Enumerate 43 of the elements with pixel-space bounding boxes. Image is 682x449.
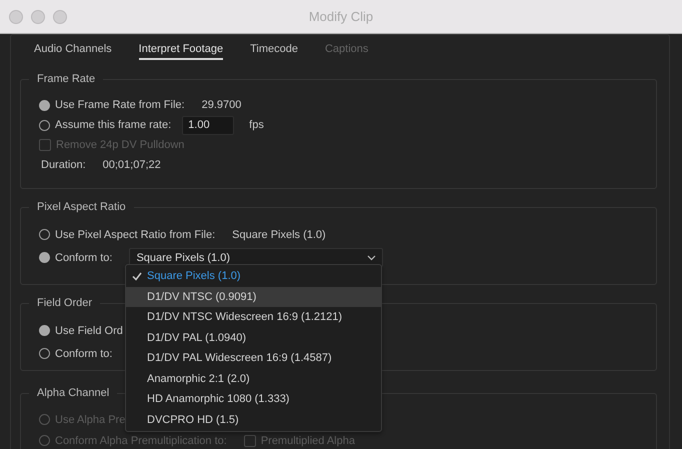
radio-label: Use Pixel Aspect Ratio from File: [55,228,216,240]
radio-label: Use Frame Rate from File: [55,99,185,111]
tab[interactable]: Audio Channels [34,43,112,60]
checkbox-label: Remove 24p DV Pulldown [56,139,184,151]
window-control-icon[interactable] [53,10,67,24]
window-title: Modify Clip [308,9,374,24]
menu-item[interactable]: D1/DV PAL (1.0940) [126,328,381,348]
radio-button[interactable] [39,229,50,240]
radio-button[interactable] [39,120,50,130]
menu-item[interactable]: D1/DV NTSC Widescreen 16:9 (1.2121) [126,307,381,328]
radio-label: Conform Alpha Premultiplication to: [55,434,227,446]
radio-label: Use Field Ord [55,324,123,336]
radio-button[interactable] [39,252,50,263]
section-title: Field Order [36,297,94,309]
radio-button[interactable] [39,348,50,359]
menu-item[interactable]: DVCPRO HD (1.5) [126,410,381,430]
duration-label: Duration: [41,159,86,171]
checkbox-label: Premultiplied Alpha [260,434,355,446]
menu-item[interactable]: Anamorphic 2:1 (2.0) [126,368,381,389]
tab[interactable]: Timecode [250,43,298,60]
checkmark-icon [132,272,142,281]
radio-label: Assume this frame rate: [55,119,172,131]
duration-value: 00;01;07;22 [102,159,161,171]
radio-label: Conform to: [55,348,112,360]
radio-label: Conform to: [55,252,112,264]
chevron-icon [367,254,376,260]
section-title: Frame Rate [36,73,96,85]
menu-item[interactable]: Square Pixels (1.0) [126,266,381,286]
menu-item[interactable]: HD Anamorphic 1080 (1.333) [126,389,381,410]
radio-button[interactable] [39,325,50,336]
value-text: 29.9700 [202,99,242,111]
window-control-icon[interactable] [31,10,45,24]
section-title: Pixel Aspect Ratio [36,201,127,213]
unit-label: fps [249,119,264,131]
tab[interactable]: Interpret Footage [138,43,224,60]
window-control-icon[interactable] [9,10,23,24]
frame-rate-field[interactable]: 1.00 [182,116,234,134]
value-text: Square Pixels (1.0) [232,228,326,240]
menu-item[interactable]: D1/DV PAL Widescreen 16:9 (1.4587) [126,348,381,368]
section-title: Alpha Channel [36,387,110,399]
radio-button[interactable] [39,100,50,110]
radio-label: Use Alpha Pre [55,414,126,426]
menu-item[interactable]: D1/DV NTSC (0.9091) [126,286,381,307]
